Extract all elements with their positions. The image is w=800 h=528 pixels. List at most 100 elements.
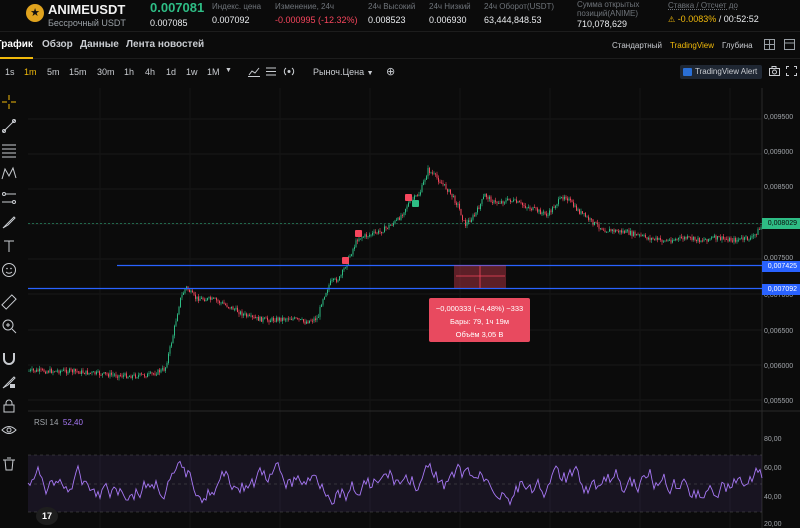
candle [264, 317, 265, 319]
candle [306, 321, 307, 324]
timeframe-1d[interactable]: 1d [166, 67, 176, 77]
candle [42, 369, 43, 370]
candle [352, 249, 354, 255]
tradingview-logo[interactable]: 17 [36, 507, 58, 525]
candle [73, 368, 75, 373]
candle [543, 211, 544, 213]
funding-label[interactable]: Ставка / Отсчет до [668, 1, 738, 10]
candle [190, 290, 192, 293]
candle [402, 215, 403, 216]
candle [681, 236, 682, 239]
eye-icon[interactable] [1, 422, 17, 438]
candle [651, 237, 652, 240]
candle [72, 369, 73, 373]
brush-icon[interactable] [1, 214, 17, 230]
candle [114, 374, 115, 376]
candle [475, 212, 477, 216]
timeframe-30m[interactable]: 30m [97, 67, 115, 77]
pattern-icon[interactable] [1, 166, 17, 182]
trendline-icon[interactable] [1, 118, 17, 134]
current-price-label: 0,008029 [762, 218, 800, 229]
candle [621, 230, 622, 233]
candle [426, 176, 427, 180]
zoom-in-icon[interactable] [1, 318, 17, 334]
candle [580, 211, 582, 214]
candle [138, 375, 139, 378]
candle [123, 375, 124, 377]
fullscreen-icon[interactable] [786, 66, 797, 79]
candle [90, 372, 91, 374]
candle [174, 325, 175, 336]
price-type-select[interactable]: Рыноч.Цена ▼ [313, 67, 374, 77]
timeframe-1w[interactable]: 1w [186, 67, 198, 77]
timeframe-1m[interactable]: 1m [24, 67, 37, 77]
candle [403, 212, 405, 216]
add-indicator-icon[interactable]: ⊕ [386, 65, 395, 78]
lock-icon[interactable] [1, 398, 17, 414]
tradingview-alert-button[interactable]: TradingView Alert [680, 65, 762, 79]
candle [252, 315, 253, 318]
candle [331, 280, 333, 281]
settings-panel-icon[interactable] [784, 39, 795, 50]
candle [250, 315, 252, 317]
candle [598, 224, 600, 229]
candle [727, 239, 729, 242]
crosshair-icon[interactable] [1, 94, 17, 110]
symbol-name[interactable]: ANIMEUSDT [48, 2, 125, 17]
candle [465, 220, 466, 226]
emoji-icon[interactable] [1, 262, 17, 278]
candle [55, 370, 57, 372]
timeframe-1s[interactable]: 1s [5, 67, 15, 77]
candle [397, 217, 399, 220]
timeframe-4h[interactable]: 4h [145, 67, 155, 77]
candle [82, 370, 84, 374]
tab-chart[interactable]: График [0, 39, 33, 50]
candle [366, 234, 367, 237]
layout-grid-icon[interactable] [764, 39, 775, 50]
candle [31, 368, 33, 370]
timeframe-1h[interactable]: 1h [124, 67, 134, 77]
candle [342, 269, 343, 276]
chart-settings-icon[interactable] [265, 66, 277, 80]
tab-data[interactable]: Данные [80, 39, 119, 50]
fib-levels-icon[interactable] [1, 142, 17, 158]
candle [202, 297, 204, 300]
timeframe-15m[interactable]: 15m [69, 67, 87, 77]
text-tool-icon[interactable] [1, 238, 17, 254]
tab-news[interactable]: Лента новостей [126, 39, 204, 50]
view-standard[interactable]: Стандартный [612, 41, 662, 50]
ruler-icon[interactable] [1, 294, 17, 310]
indicators-icon[interactable] [248, 66, 260, 80]
candle [241, 311, 243, 316]
candle [603, 229, 604, 231]
view-tradingview[interactable]: TradingView [670, 41, 714, 50]
trash-icon[interactable] [1, 456, 17, 472]
candle [660, 238, 661, 240]
candle [213, 297, 214, 299]
candle [163, 368, 165, 371]
candle [556, 204, 558, 207]
candle [735, 238, 736, 242]
candle [96, 371, 97, 375]
candle [57, 370, 58, 372]
rsi-legend[interactable]: RSI 14 52,40 [34, 418, 83, 427]
projection-icon[interactable] [1, 190, 17, 206]
measure-volume: Объём 3,05 В [455, 330, 504, 339]
timeframe-5m[interactable]: 5m [47, 67, 60, 77]
view-depth[interactable]: Глубина [722, 41, 753, 50]
tab-overview[interactable]: Обзор [42, 39, 73, 50]
candle [271, 317, 273, 321]
lock-drawing-icon[interactable] [1, 374, 17, 390]
live-signal-icon[interactable] [283, 66, 295, 80]
candle [141, 373, 142, 375]
candle [493, 200, 495, 203]
timeframe-1M[interactable]: 1M [207, 67, 220, 77]
camera-icon[interactable] [769, 66, 780, 79]
magnet-icon[interactable] [1, 350, 17, 366]
timeframe-dropdown-icon[interactable]: ▼ [225, 67, 232, 74]
candle [237, 307, 238, 313]
candle [622, 231, 624, 233]
candle [391, 224, 393, 226]
candle [340, 275, 342, 277]
candle [232, 306, 234, 310]
